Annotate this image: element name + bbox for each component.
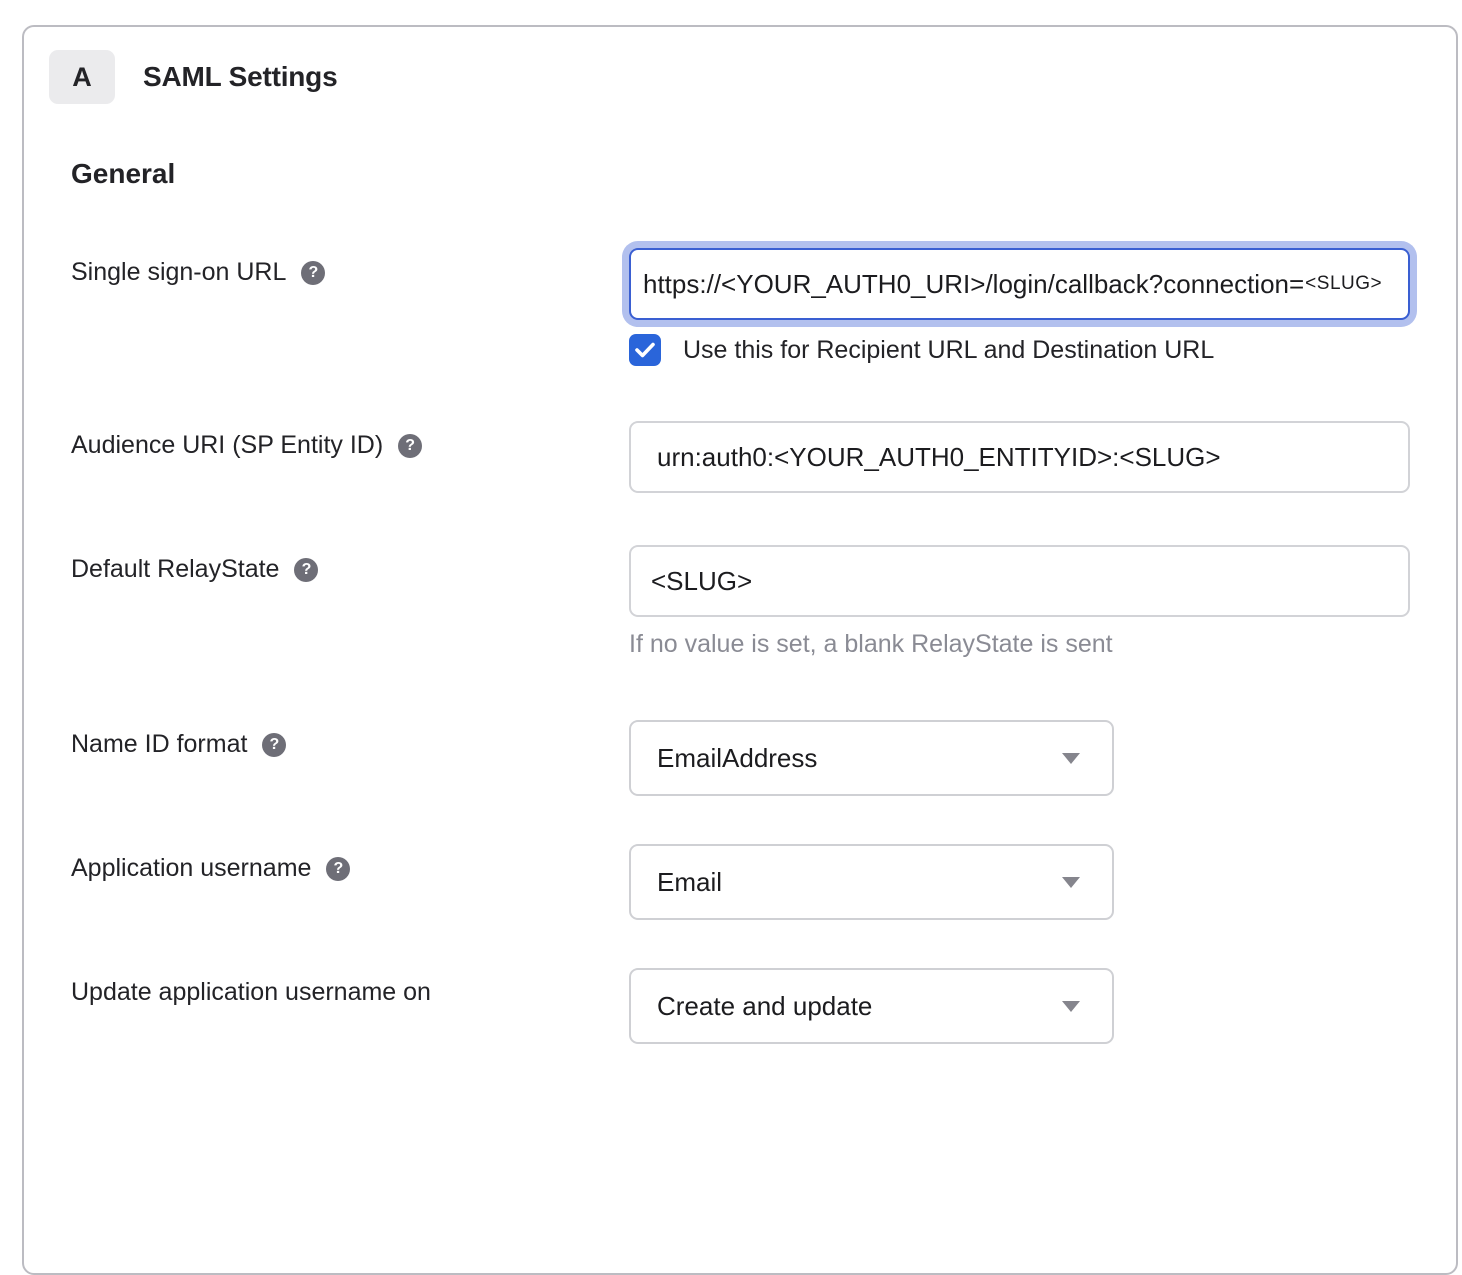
section-heading-general: General [71, 158, 1456, 190]
application-username-select[interactable]: Email [629, 844, 1114, 920]
update-application-username-on-selected-value: Create and update [657, 991, 872, 1022]
default-relaystate-helper-text: If no value is set, a blank RelayState i… [629, 630, 1410, 659]
field-row-application-username: Application username ? Email [49, 844, 1456, 920]
sso-url-value-slug: <SLUG> [1305, 273, 1382, 295]
step-badge: A [49, 50, 115, 104]
checkmark-icon [635, 342, 655, 358]
update-application-username-on-select[interactable]: Create and update [629, 968, 1114, 1044]
panel-header: A SAML Settings [49, 50, 1456, 104]
sso-url-value: https://<YOUR_AUTH0_URI>/login/callback?… [643, 269, 1304, 300]
audience-uri-label: Audience URI (SP Entity ID) [71, 431, 383, 460]
default-relaystate-input[interactable] [629, 545, 1410, 617]
application-username-label: Application username [71, 854, 311, 883]
sso-url-input[interactable]: https://<YOUR_AUTH0_URI>/login/callback?… [629, 248, 1410, 320]
default-relaystate-label-cell: Default RelayState ? [71, 545, 629, 584]
audience-uri-input[interactable] [629, 421, 1410, 493]
name-id-format-label: Name ID format [71, 730, 247, 759]
saml-settings-panel: A SAML Settings General Single sign-on U… [22, 25, 1458, 1275]
question-mark-icon[interactable]: ? [294, 558, 318, 582]
question-mark-icon[interactable]: ? [326, 857, 350, 881]
sso-url-label-cell: Single sign-on URL ? [71, 248, 629, 287]
recipient-url-checkbox-label[interactable]: Use this for Recipient URL and Destinati… [683, 332, 1214, 365]
audience-uri-label-cell: Audience URI (SP Entity ID) ? [71, 421, 629, 460]
application-username-selected-value: Email [657, 867, 722, 898]
update-application-username-on-label-cell: Update application username on [71, 968, 629, 1007]
field-row-name-id-format: Name ID format ? EmailAddress [49, 720, 1456, 796]
update-application-username-on-label: Update application username on [71, 978, 431, 1007]
field-row-sso-url: Single sign-on URL ? https://<YOUR_AUTH0… [49, 248, 1456, 320]
chevron-down-icon [1062, 877, 1080, 888]
question-mark-icon[interactable]: ? [262, 733, 286, 757]
recipient-url-checkbox[interactable] [629, 334, 661, 366]
field-row-update-application-username-on: Update application username on Create an… [49, 968, 1456, 1044]
chevron-down-icon [1062, 1001, 1080, 1012]
name-id-format-select[interactable]: EmailAddress [629, 720, 1114, 796]
question-mark-icon[interactable]: ? [301, 261, 325, 285]
sso-url-label: Single sign-on URL [71, 258, 286, 287]
recipient-url-checkbox-row: Use this for Recipient URL and Destinati… [49, 332, 1456, 366]
application-username-label-cell: Application username ? [71, 844, 629, 883]
field-row-audience-uri: Audience URI (SP Entity ID) ? [49, 421, 1456, 493]
name-id-format-label-cell: Name ID format ? [71, 720, 629, 759]
chevron-down-icon [1062, 753, 1080, 764]
default-relaystate-label: Default RelayState [71, 555, 279, 584]
name-id-format-selected-value: EmailAddress [657, 743, 817, 774]
question-mark-icon[interactable]: ? [398, 434, 422, 458]
field-row-default-relaystate: Default RelayState ? If no value is set,… [49, 545, 1456, 659]
page-title: SAML Settings [143, 61, 337, 93]
